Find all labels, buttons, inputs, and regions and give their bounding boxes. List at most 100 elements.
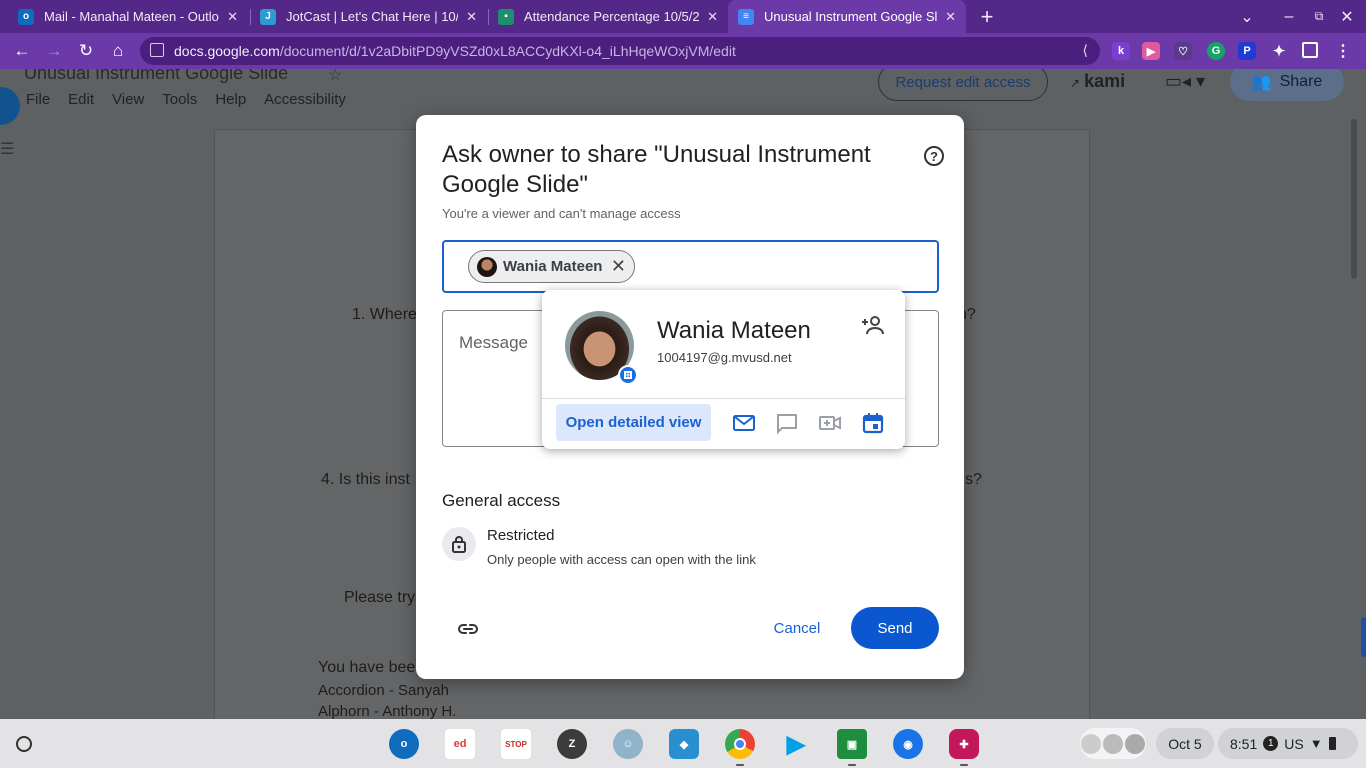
browser-toolbar: ← → ↻ ⌂ docs.google.com/document/d/1v2aD… — [0, 33, 1366, 69]
scrollbar[interactable] — [1351, 119, 1357, 279]
share-button[interactable]: 👥 Share — [1230, 69, 1344, 101]
doc-question-1: 1. Where — [352, 306, 417, 323]
outline-icon[interactable]: ☰ — [0, 139, 14, 159]
person-hover-card: Wania Mateen 1004197@g.mvusd.net Open de… — [542, 290, 905, 449]
access-level: Restricted — [487, 527, 555, 544]
tab-unusual-instrument[interactable]: ≡ Unusual Instrument Google Slide ✕ — [728, 0, 966, 33]
p-extension-icon[interactable]: P — [1238, 42, 1256, 60]
menu-edit[interactable]: Edit — [68, 91, 94, 108]
tab-outlook[interactable]: o Mail - Manahal Mateen - Outlook ✕ — [8, 0, 248, 33]
new-tab-button[interactable]: + — [974, 0, 1000, 33]
menu-tools[interactable]: Tools — [162, 91, 197, 108]
menu-accessibility[interactable]: Accessibility — [264, 91, 346, 108]
mail-icon[interactable] — [732, 411, 756, 435]
close-icon[interactable]: ✕ — [227, 9, 238, 25]
help-icon[interactable]: ? — [924, 146, 944, 166]
doc-assignment-2: Alphorn - Anthony H. — [318, 703, 457, 719]
home-icon[interactable]: ⌂ — [106, 39, 130, 63]
accessibility-bubble-icon[interactable] — [0, 87, 20, 125]
close-icon[interactable]: ✕ — [466, 9, 477, 25]
tab-title: Attendance Percentage 10/5/23 — [524, 9, 700, 24]
maximize-icon[interactable]: ⧉ — [1308, 0, 1330, 33]
classlink-icon[interactable]: ◆ — [669, 729, 699, 759]
request-edit-access-button[interactable]: Request edit access — [878, 69, 1048, 101]
heart-extension-icon[interactable]: ♡ — [1174, 42, 1192, 60]
zoom-z-icon[interactable]: Z — [557, 729, 587, 759]
people-input[interactable]: Wania Mateen ✕ — [442, 240, 939, 293]
doc-assignment-1: Accordion - Sanyah — [318, 682, 449, 699]
avatar-app-icon[interactable]: ☺ — [613, 729, 643, 759]
menu-help[interactable]: Help — [215, 91, 246, 108]
browser-tab-strip: o Mail - Manahal Mateen - Outlook ✕ J Jo… — [0, 0, 1366, 33]
external-link-icon: ↗ — [1070, 76, 1081, 90]
meet-icon[interactable]: ▭◂ ▾ — [1165, 71, 1205, 92]
kami-button[interactable]: ↗ kami — [1070, 71, 1125, 92]
docs-icon: ≡ — [738, 8, 754, 25]
person-chip[interactable]: Wania Mateen ✕ — [468, 250, 635, 283]
card-person-name: Wania Mateen — [657, 317, 811, 344]
general-access-heading: General access — [442, 491, 561, 510]
classroom-icon[interactable]: ▣ — [837, 729, 867, 759]
video-call-icon[interactable] — [818, 411, 842, 435]
extensions-puzzle-icon[interactable]: ✦ — [1270, 42, 1288, 60]
lock-icon — [442, 527, 476, 561]
menu-view[interactable]: View — [112, 91, 144, 108]
back-icon[interactable]: ← — [10, 39, 34, 63]
minimize-icon[interactable]: – — [1278, 0, 1300, 33]
stop-bullying-icon[interactable]: STOP — [501, 729, 531, 759]
access-description: Only people with access can open with th… — [487, 552, 756, 567]
wifi-icon: ▼ — [1309, 736, 1323, 751]
chip-name: Wania Mateen — [503, 258, 603, 275]
star-icon[interactable]: ☆ — [328, 69, 342, 85]
kami-extension-icon[interactable]: k — [1112, 42, 1130, 60]
share-label: Share — [1279, 73, 1323, 90]
chrome-icon[interactable] — [725, 729, 755, 759]
calendar-icon[interactable] — [861, 411, 885, 435]
card-person-email: 1004197@g.mvusd.net — [657, 350, 792, 365]
send-button[interactable]: Send — [851, 607, 939, 649]
open-detailed-view-button[interactable]: Open detailed view — [556, 404, 711, 441]
tab-attendance[interactable]: ▪ Attendance Percentage 10/5/23 ✕ — [488, 0, 728, 33]
outlook-icon[interactable]: o — [389, 729, 419, 759]
grammarly-icon[interactable]: G — [1207, 42, 1225, 60]
remove-chip-icon[interactable]: ✕ — [611, 256, 626, 277]
status-tray[interactable]: 8:51 1 US ▼ — [1218, 728, 1358, 759]
message-placeholder: Message — [459, 333, 528, 352]
url-path: /document/d/1v2aDbitPD9yVSZd0xL8ACCydKXl… — [279, 43, 736, 59]
site-info-icon[interactable] — [150, 43, 164, 57]
camera-icon[interactable]: ◉ — [893, 729, 923, 759]
doc-title[interactable]: Unusual Instrument Google Slide — [24, 69, 288, 84]
forward-icon[interactable]: → — [42, 39, 66, 63]
share-page-icon[interactable]: ⟨ — [1083, 42, 1088, 59]
chat-icon[interactable] — [775, 411, 799, 435]
play-store-icon[interactable]: ▶ — [781, 729, 811, 759]
tab-title: Mail - Manahal Mateen - Outlook — [44, 9, 220, 24]
tab-jotcast[interactable]: J JotCast | Let's Chat Here | 10/5/ ✕ — [250, 0, 487, 33]
close-icon[interactable]: ✕ — [707, 9, 718, 25]
holding-space-thumbnails[interactable] — [1080, 728, 1146, 759]
launcher-icon[interactable] — [16, 736, 32, 752]
people-icon: 👥 — [1251, 74, 1272, 91]
side-panel-icon[interactable] — [1302, 42, 1318, 58]
edpuzzle-icon[interactable]: ed — [445, 729, 475, 759]
doc-question-4-end: s? — [965, 471, 982, 488]
address-bar[interactable]: docs.google.com/document/d/1v2aDbitPD9yV… — [140, 37, 1100, 65]
close-window-icon[interactable]: ✕ — [1336, 0, 1358, 33]
tab-title: JotCast | Let's Chat Here | 10/5/ — [286, 9, 459, 24]
os-shelf: o ed STOP Z ☺ ◆ ▶ ▣ ◉ ✚ Oct 5 8:51 1 US … — [0, 719, 1366, 768]
tab-search-icon[interactable]: ⌄ — [1236, 0, 1258, 33]
classroom-icon: ▪ — [498, 8, 514, 25]
jotcast-icon: J — [260, 8, 276, 25]
date-pill[interactable]: Oct 5 — [1156, 728, 1214, 759]
cancel-button[interactable]: Cancel — [756, 607, 838, 649]
close-icon[interactable]: ✕ — [945, 9, 956, 25]
screencast-icon[interactable]: ✚ — [949, 729, 979, 759]
side-panel-tab[interactable] — [1361, 617, 1366, 657]
add-contact-icon[interactable] — [860, 314, 886, 336]
reload-icon[interactable]: ↻ — [74, 39, 98, 63]
screencastify-icon[interactable]: ▶ — [1142, 42, 1160, 60]
menu-file[interactable]: File — [26, 91, 50, 108]
card-divider — [542, 398, 905, 399]
copy-link-icon[interactable] — [456, 617, 480, 641]
menu-kebab-icon[interactable]: ⋮ — [1334, 42, 1352, 60]
